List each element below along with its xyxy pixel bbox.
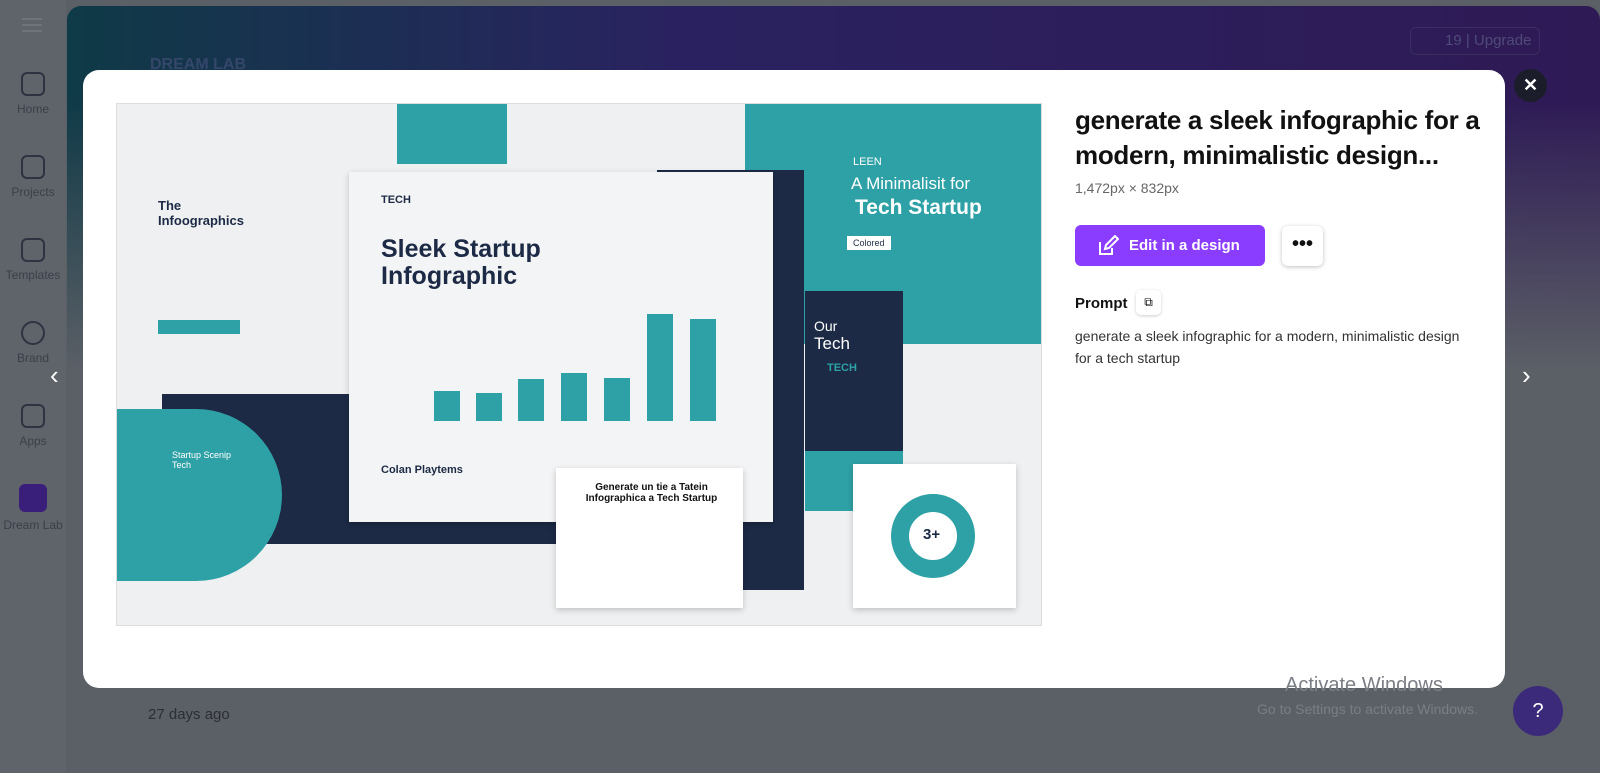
windows-activation-text: Go to Settings to activate Windows. (1257, 701, 1478, 717)
templates-icon (21, 238, 45, 262)
help-button[interactable]: ? (1513, 686, 1563, 736)
label: Dream Lab (3, 518, 63, 532)
image-text: Startup Scenip Tech (172, 450, 232, 470)
image-text: The Infoographics (158, 198, 244, 228)
edit-in-design-button[interactable]: Edit in a design (1075, 225, 1265, 266)
image-text: Generate un tie a Tatein Infographica a … (585, 482, 718, 504)
sidebar-item-apps[interactable]: Apps (0, 404, 66, 448)
copy-prompt-icon[interactable]: ⧉ (1136, 290, 1161, 315)
edit-label: Edit in a design (1129, 237, 1240, 254)
image-text: Our (814, 318, 838, 334)
image-text: 3+ (923, 526, 941, 543)
label: Brand (16, 351, 50, 365)
image-text: Tech Startup (855, 196, 982, 219)
image-text: A Minimalisit for (851, 174, 971, 193)
next-arrow-icon[interactable]: › (1522, 360, 1531, 391)
timestamp: 27 days ago (148, 706, 230, 723)
image-text: TECH (827, 362, 857, 374)
dream-lab-icon (19, 484, 47, 512)
sidebar-item-projects[interactable]: Projects (0, 155, 66, 199)
brand-icon (21, 321, 45, 345)
sidebar-item-templates[interactable]: Templates (0, 238, 66, 282)
label: Apps (19, 434, 47, 448)
windows-activation-title: Activate Windows (1285, 674, 1443, 696)
upgrade-button[interactable]: 19 | Upgrade (1410, 27, 1540, 55)
apps-icon (21, 404, 45, 428)
sidebar-item-brand[interactable]: Brand (0, 321, 66, 365)
image-text: Colored (847, 236, 891, 250)
label: Templates (5, 268, 61, 282)
image-title: generate a sleek infographic for a moder… (1075, 105, 1480, 170)
edit-icon (1099, 235, 1119, 255)
label: Projects (11, 185, 55, 199)
image-text: LEEN (853, 156, 882, 168)
folder-icon (21, 155, 45, 179)
label: Home (16, 102, 49, 116)
sidebar-item-home[interactable]: Home (0, 72, 66, 116)
sidebar-item-dream-lab[interactable]: Dream Lab (0, 484, 66, 532)
generated-image: The Infoographics Startup Scenip Tech TE… (116, 103, 1042, 626)
previous-arrow-icon[interactable]: ‹ (50, 360, 59, 391)
menu-icon[interactable] (22, 18, 42, 32)
image-dimensions: 1,472px × 832px (1075, 180, 1179, 196)
prompt-label: Prompt (1075, 295, 1128, 312)
prompt-text: generate a sleek infographic for a moder… (1075, 328, 1460, 366)
image-text: Tech (814, 334, 850, 353)
image-text: Sleek Startup Infographic (381, 235, 541, 290)
close-button[interactable]: ✕ (1514, 69, 1547, 102)
image-text: Colan Playtems (381, 464, 463, 476)
credits-label: 19 | Upgrade (1445, 32, 1532, 49)
more-options-button[interactable]: ••• (1282, 226, 1323, 266)
home-icon (21, 72, 45, 96)
image-text: TECH (381, 194, 411, 206)
